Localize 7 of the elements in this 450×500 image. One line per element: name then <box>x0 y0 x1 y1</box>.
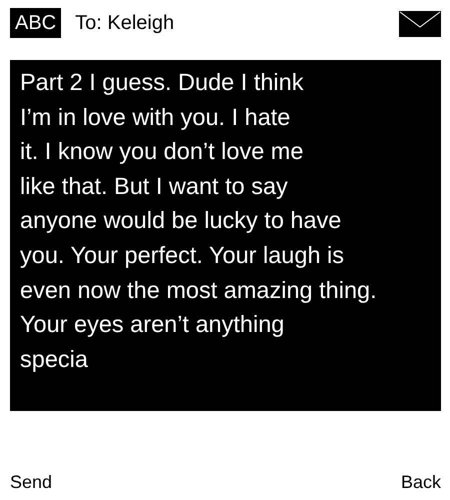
back-softkey[interactable]: Back <box>400 471 441 493</box>
recipient-label: To: Keleigh <box>75 11 174 36</box>
input-mode-label: ABC <box>10 8 62 38</box>
send-softkey[interactable]: Send <box>10 471 52 493</box>
envelope-icon <box>399 11 441 37</box>
message-text: Part 2 I guess. Dude I think I’m in love with you. I hate it. I know you don’t love me like that. But I want to say anyone would be lucky to have you. Your perfect. Your laugh is even now the most amazing thing. Your eyes aren’t anything specia <box>20 68 377 374</box>
message-area[interactable] <box>10 60 441 411</box>
